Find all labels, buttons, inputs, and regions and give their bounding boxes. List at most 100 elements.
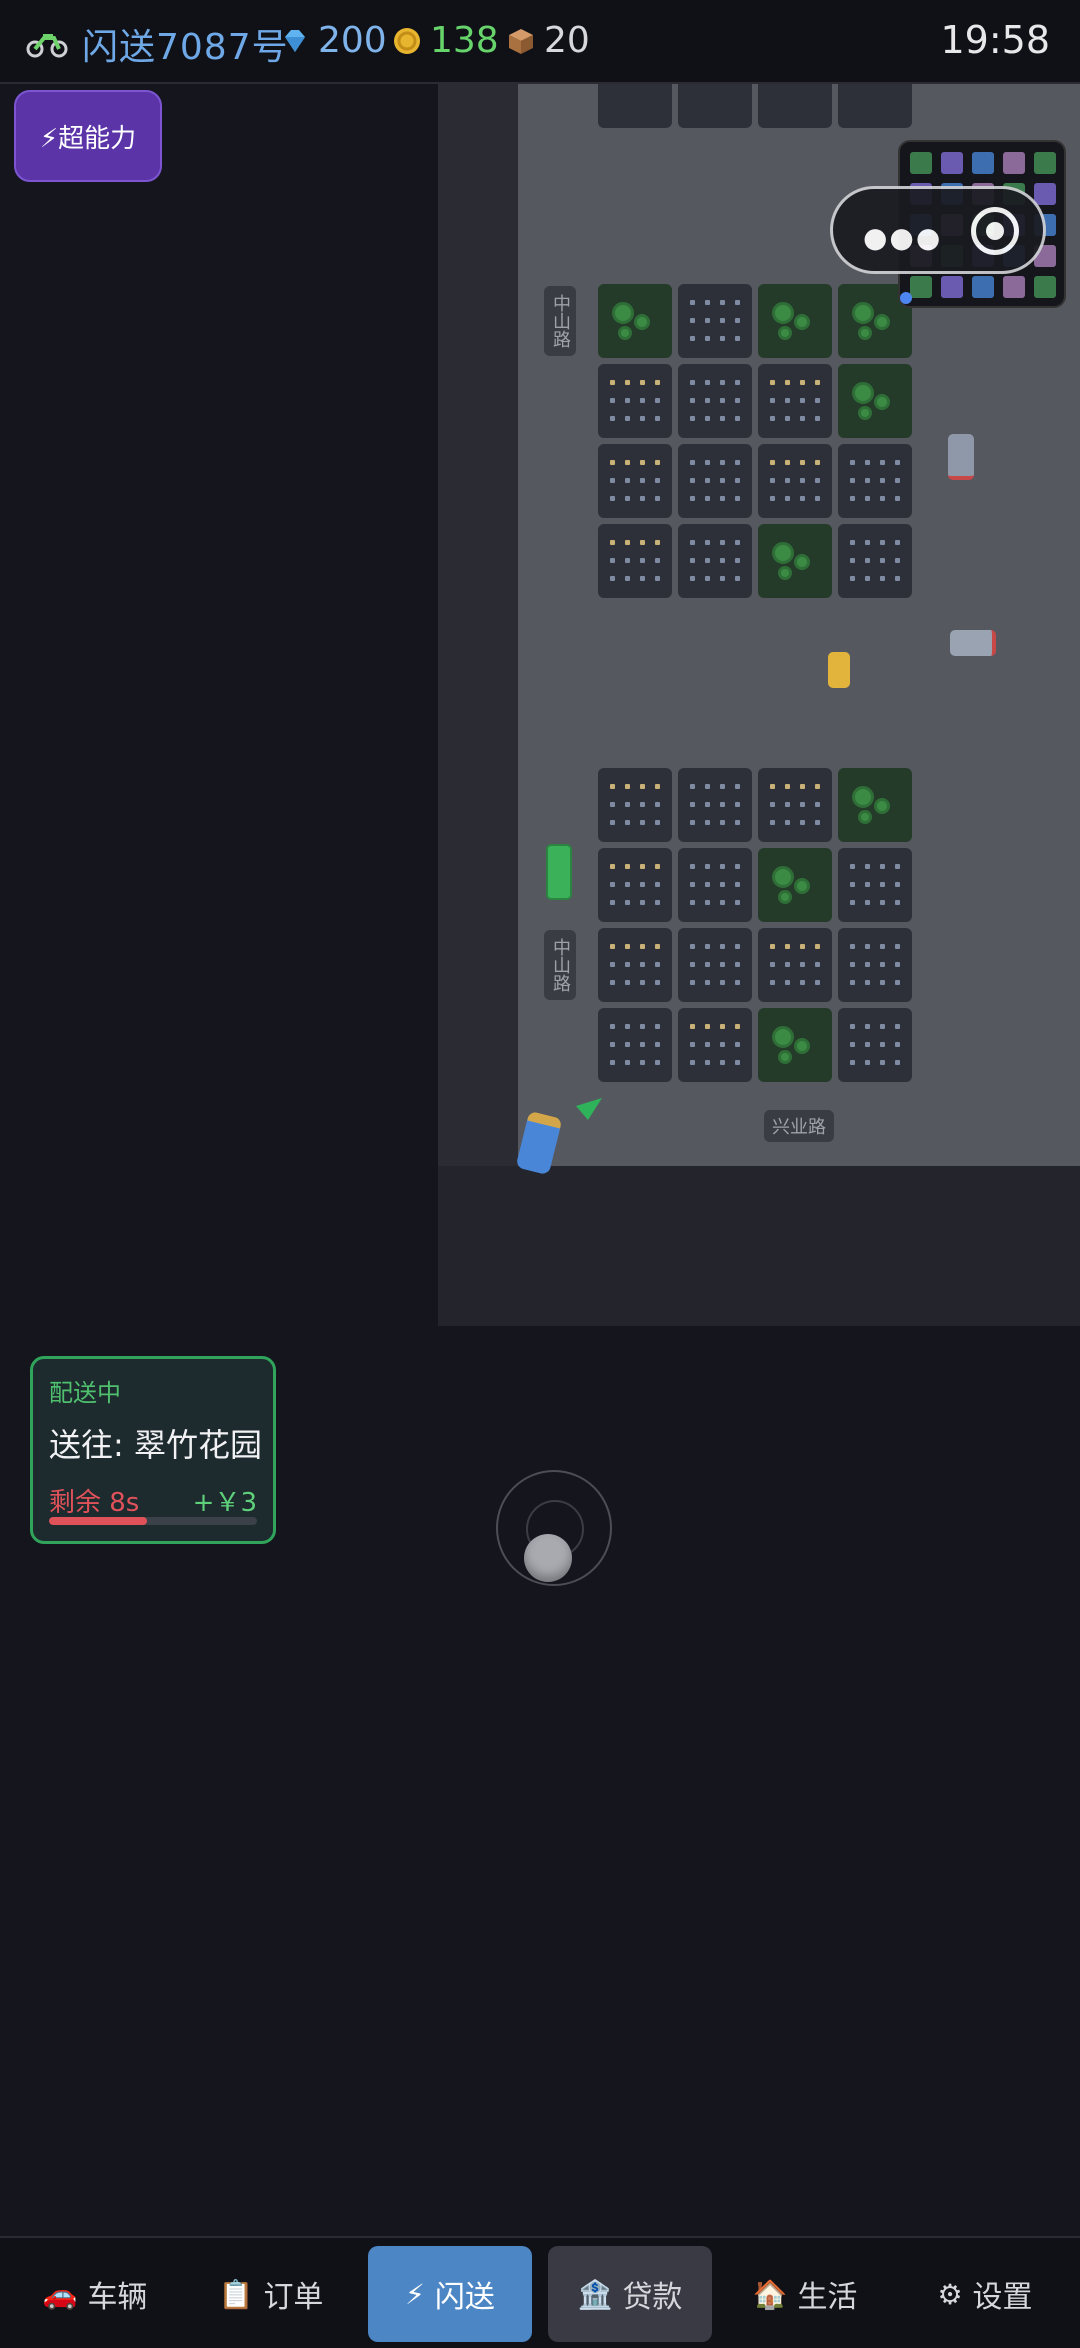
- window: [720, 460, 725, 465]
- nav-settings[interactable]: ⚙ 设置: [910, 2246, 1060, 2342]
- super-power-button[interactable]: ⚡超能力: [14, 90, 162, 182]
- window: [705, 820, 710, 825]
- window: [865, 478, 870, 483]
- window: [895, 478, 900, 483]
- window: [815, 820, 820, 825]
- gem-count: 200: [318, 20, 387, 61]
- window: [865, 944, 870, 949]
- window: [610, 496, 615, 501]
- window: [610, 398, 615, 403]
- tree-icon: [778, 566, 792, 580]
- window: [770, 962, 775, 967]
- window: [850, 1024, 855, 1029]
- nav-loan[interactable]: 🏦 贷款: [548, 2246, 712, 2342]
- window: [865, 540, 870, 545]
- window: [785, 962, 790, 967]
- map-edge: [438, 1166, 1080, 1326]
- window: [880, 980, 885, 985]
- window: [895, 900, 900, 905]
- window: [705, 558, 710, 563]
- more-dots-icon: ●●●: [863, 221, 943, 254]
- nav-life[interactable]: 🏠 生活: [730, 2246, 880, 2342]
- delivery-progress-bar: [49, 1517, 257, 1525]
- package-counter: 20: [506, 20, 590, 61]
- window: [800, 962, 805, 967]
- window: [735, 478, 740, 483]
- window: [625, 416, 630, 421]
- window: [705, 802, 710, 807]
- window: [625, 380, 630, 385]
- window: [735, 882, 740, 887]
- motorcycle-icon: [26, 34, 68, 58]
- window: [705, 540, 710, 545]
- window: [815, 380, 820, 385]
- nav-orders-label: 订单: [263, 2280, 324, 2315]
- window: [640, 802, 645, 807]
- window: [880, 558, 885, 563]
- window: [655, 398, 660, 403]
- window: [800, 460, 805, 465]
- window: [800, 380, 805, 385]
- window: [735, 1060, 740, 1065]
- building-tile: [678, 848, 752, 922]
- nav-orders[interactable]: 📋 订单: [196, 2246, 346, 2342]
- window: [625, 460, 630, 465]
- window: [705, 416, 710, 421]
- window: [815, 478, 820, 483]
- window: [690, 962, 695, 967]
- window: [625, 1024, 630, 1029]
- window: [640, 380, 645, 385]
- window: [800, 784, 805, 789]
- road-label-zhongshan-bottom: 中山路: [544, 930, 576, 1000]
- nav-flash-delivery[interactable]: ⚡ 闪送: [368, 2246, 532, 2342]
- window: [640, 460, 645, 465]
- window: [850, 900, 855, 905]
- locate-me-button[interactable]: ●●●: [830, 186, 1046, 274]
- minimap-cell: [910, 152, 932, 174]
- joystick-knob[interactable]: [524, 1534, 572, 1582]
- building-tile: [598, 524, 672, 598]
- window: [690, 416, 695, 421]
- tree-icon: [778, 326, 792, 340]
- window: [785, 460, 790, 465]
- joystick[interactable]: [496, 1470, 612, 1586]
- window: [655, 900, 660, 905]
- window: [880, 576, 885, 581]
- window: [690, 478, 695, 483]
- building-tile: [678, 284, 752, 358]
- window: [690, 398, 695, 403]
- minimap-cell: [1034, 152, 1056, 174]
- bottom-nav: 🚗 车辆 📋 订单 ⚡ 闪送 🏦 贷款 🏠 生活 ⚙ 设置: [0, 2236, 1080, 2348]
- window: [625, 478, 630, 483]
- npc-car-yellow: [828, 652, 850, 688]
- npc-car-green: [546, 844, 572, 900]
- window: [720, 416, 725, 421]
- tree-icon: [794, 1038, 810, 1054]
- window: [625, 962, 630, 967]
- building-tile: [678, 524, 752, 598]
- delivery-status-card[interactable]: 配送中 送往: 翠竹花园 剩余 8s +￥3: [30, 1356, 276, 1544]
- building-tile: [598, 848, 672, 922]
- window: [785, 980, 790, 985]
- nav-vehicle[interactable]: 🚗 车辆: [20, 2246, 170, 2342]
- top-hud: 闪送7087号 200 138 20 19:58: [0, 0, 1080, 84]
- window: [895, 864, 900, 869]
- window: [625, 980, 630, 985]
- window: [895, 980, 900, 985]
- minimap-cell: [1003, 152, 1025, 174]
- tree-icon: [618, 326, 632, 340]
- window: [655, 962, 660, 967]
- window: [735, 460, 740, 465]
- window: [655, 1060, 660, 1065]
- building-tile: [838, 444, 912, 518]
- window: [625, 496, 630, 501]
- window: [850, 576, 855, 581]
- window: [735, 962, 740, 967]
- window: [850, 980, 855, 985]
- building-tile: [838, 1008, 912, 1082]
- tree-icon: [612, 302, 634, 324]
- window: [735, 820, 740, 825]
- gear-icon: ⚙: [937, 2277, 963, 2311]
- window: [655, 478, 660, 483]
- window: [850, 558, 855, 563]
